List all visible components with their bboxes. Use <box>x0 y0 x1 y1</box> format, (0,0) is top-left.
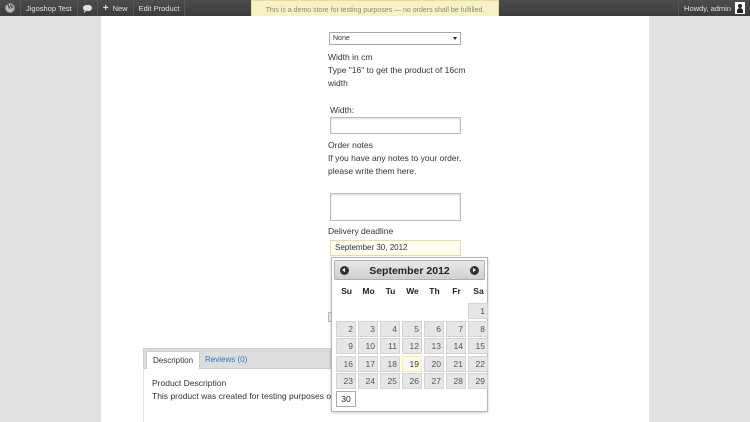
calendar-day[interactable]: 9 <box>336 338 356 354</box>
calendar-day[interactable]: 22 <box>468 355 488 372</box>
calendar-day[interactable]: 30 <box>336 390 356 407</box>
next-month-icon[interactable] <box>470 266 479 275</box>
calendar-day[interactable]: 23 <box>336 373 356 389</box>
calendar-day[interactable]: 18 <box>380 355 400 372</box>
width-input[interactable] <box>330 117 461 134</box>
order-notes-title: Order notes <box>328 140 373 150</box>
width-label: Width: <box>330 105 355 115</box>
datepicker-title: September 2012 <box>369 265 450 277</box>
delivery-deadline-label: Delivery deadline <box>328 226 394 236</box>
day-of-week-header: Su <box>341 286 352 296</box>
calendar-day[interactable]: 6 <box>424 320 444 337</box>
order-notes-textarea[interactable] <box>330 193 461 221</box>
calendar-day[interactable]: 20 <box>424 355 444 372</box>
datepicker-header: September 2012 <box>334 260 485 280</box>
width-title: Width in cm <box>328 52 373 62</box>
day-of-week-header: Tu <box>385 286 396 296</box>
calendar-day[interactable]: 2 <box>336 320 356 337</box>
variation-select[interactable]: None <box>329 32 461 45</box>
calendar-day[interactable]: 8 <box>468 320 488 337</box>
calendar-day[interactable]: 27 <box>424 373 444 389</box>
calendar-day[interactable]: 10 <box>358 338 378 354</box>
day-of-week-header: Fr <box>452 286 461 296</box>
comments-link[interactable] <box>78 0 97 16</box>
new-content-menu[interactable]: + New <box>98 0 133 16</box>
panel-title: Product Description <box>152 378 227 388</box>
calendar-day[interactable]: 13 <box>424 338 444 354</box>
calendar-day[interactable]: 17 <box>358 355 378 372</box>
calendar-day[interactable]: 3 <box>358 320 378 337</box>
width-hint-line1: Type "16" to get the product of 16cm <box>328 65 466 75</box>
day-of-week-header: We <box>406 286 419 296</box>
calendar-day[interactable]: 7 <box>446 320 466 337</box>
delivery-deadline-input[interactable]: September 30, 2012 <box>330 240 461 256</box>
tab-reviews[interactable]: Reviews (0) <box>199 351 253 370</box>
new-label: New <box>112 3 128 13</box>
select-value: None <box>333 35 350 42</box>
chevron-down-icon <box>453 37 457 40</box>
wordpress-menu[interactable] <box>0 0 20 16</box>
order-notes-hint-line2: please write them here. <box>328 166 417 176</box>
calendar-day[interactable]: 11 <box>380 338 400 354</box>
day-of-week-header: Th <box>429 286 440 296</box>
calendar-day[interactable]: 1 <box>468 303 488 319</box>
account-menu[interactable]: Howdy, admin <box>679 0 750 16</box>
calendar-day[interactable]: 26 <box>402 373 422 389</box>
plus-icon: + <box>102 2 109 14</box>
edit-product-link[interactable]: Edit Product <box>134 0 185 16</box>
site-name-link[interactable]: Jigoshop Test <box>21 0 77 16</box>
calendar-day[interactable]: 4 <box>380 320 400 337</box>
comment-bubble-icon <box>82 5 92 13</box>
calendar-day[interactable]: 5 <box>402 320 422 337</box>
calendar-day[interactable]: 19 <box>402 355 422 372</box>
calendar-day[interactable]: 24 <box>358 373 378 389</box>
day-of-week-header: Mo <box>362 286 375 296</box>
calendar-day[interactable]: 25 <box>380 373 400 389</box>
avatar <box>735 2 745 14</box>
calendar-day[interactable]: 12 <box>402 338 422 354</box>
datepicker: September 2012 Su Mo Tu We Th Fr Sa 1 2 3 4 5 6 7 8 9 10… <box>331 257 488 412</box>
tab-description[interactable]: Description <box>146 351 201 370</box>
tab-panel: Product Description This product was cre… <box>143 369 341 422</box>
calendar-day[interactable]: 29 <box>468 373 488 389</box>
calendar-day[interactable]: 28 <box>446 373 466 389</box>
calendar-day[interactable]: 21 <box>446 355 466 372</box>
panel-text: This product was created for testing pur… <box>152 391 341 401</box>
width-hint-line2: width <box>328 78 348 88</box>
calendar-day[interactable]: 15 <box>468 338 488 354</box>
product-tabs: Description Reviews (0) Product Descript… <box>143 348 341 422</box>
day-of-week-header: Sa <box>473 286 484 296</box>
greeting-text: Howdy, admin <box>684 3 731 13</box>
divider <box>184 0 186 16</box>
wordpress-logo-icon <box>5 3 15 13</box>
order-notes-hint-line1: If you have any notes to your order, <box>328 153 462 163</box>
calendar-day[interactable]: 14 <box>446 338 466 354</box>
calendar-day[interactable]: 16 <box>336 355 356 372</box>
